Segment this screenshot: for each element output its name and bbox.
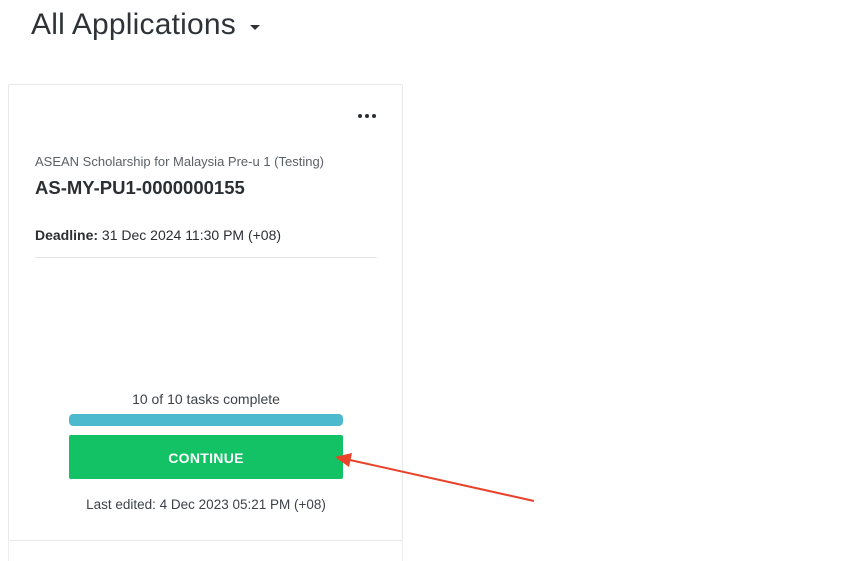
deadline: Deadline: 31 Dec 2024 11:30 PM (+08): [35, 227, 281, 243]
tasks-progress-text: 10 of 10 tasks complete: [132, 391, 280, 407]
page-title: All Applications: [31, 8, 236, 41]
next-card-edge: [8, 541, 403, 561]
more-horizontal-icon-dot: [372, 114, 376, 118]
program-name: ASEAN Scholarship for Malaysia Pre-u 1 (…: [35, 154, 325, 169]
deadline-label: Deadline:: [35, 227, 99, 243]
caret-down-icon: [249, 24, 260, 30]
tasks-progress-fill: [69, 414, 343, 426]
page: All Applications ASEAN Scholarship for M…: [0, 0, 867, 561]
last-edited-timestamp: Last edited: 4 Dec 2023 05:21 PM (+08): [86, 497, 326, 512]
continue-button[interactable]: CONTINUE: [69, 435, 343, 479]
application-card: ASEAN Scholarship for Malaysia Pre-u 1 (…: [8, 84, 403, 541]
more-options-button[interactable]: [356, 109, 378, 123]
applications-filter-dropdown[interactable]: All Applications: [31, 8, 260, 42]
deadline-value: 31 Dec 2024 11:30 PM (+08): [101, 227, 282, 243]
more-horizontal-icon-dot: [358, 114, 362, 118]
tasks-progress-bar: [69, 414, 343, 426]
card-divider: [35, 257, 377, 258]
application-id: AS-MY-PU1-0000000155: [35, 177, 245, 198]
more-horizontal-icon-dot: [365, 114, 369, 118]
